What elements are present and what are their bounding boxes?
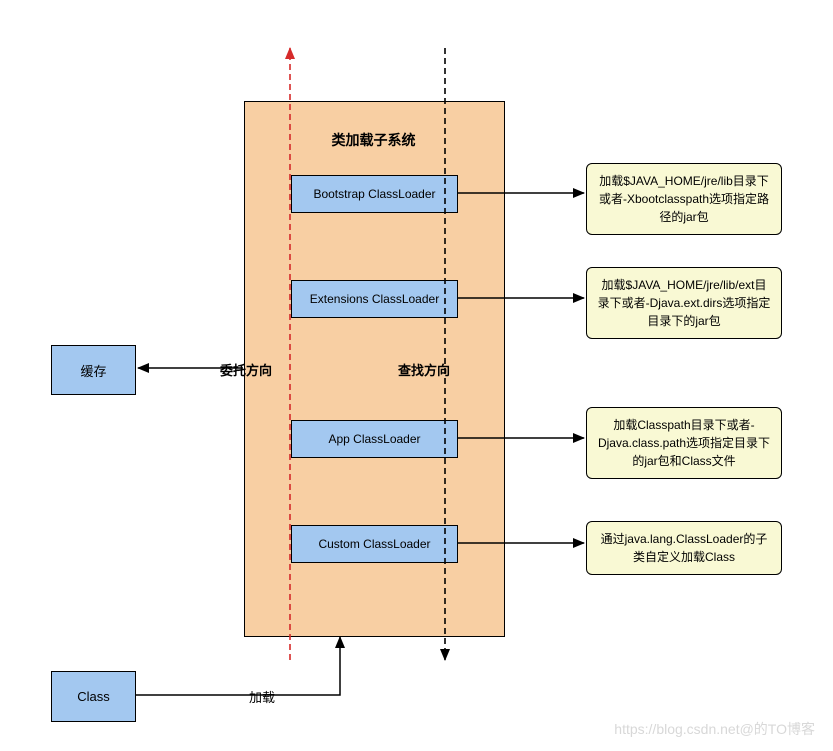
watermark-text: https://blog.csdn.net@的TO博客	[614, 719, 815, 739]
load-label: 加载	[249, 687, 275, 706]
bootstrap-desc-box: 加载$JAVA_HOME/jre/lib目录下或者-Xbootclasspath…	[586, 163, 782, 235]
app-desc-box: 加载Classpath目录下或者-Djava.class.path选项指定目录下…	[586, 407, 782, 479]
diagram-canvas: 类加载子系统 Bootstrap ClassLoader Extensions …	[0, 0, 833, 751]
delegate-direction-label: 委托方向	[220, 360, 272, 379]
extensions-classloader-box: Extensions ClassLoader	[291, 280, 458, 318]
lookup-direction-label: 查找方向	[398, 360, 450, 379]
class-box: Class	[51, 671, 136, 722]
cache-box: 缓存	[51, 345, 136, 395]
custom-desc-box: 通过java.lang.ClassLoader的子类自定义加载Class	[586, 521, 782, 575]
extensions-desc-box: 加载$JAVA_HOME/jre/lib/ext目录下或者-Djava.ext.…	[586, 267, 782, 339]
arrow-class-load	[136, 637, 340, 695]
bootstrap-classloader-box: Bootstrap ClassLoader	[291, 175, 458, 213]
custom-classloader-box: Custom ClassLoader	[291, 525, 458, 563]
main-title: 类加载子系统	[244, 130, 503, 150]
app-classloader-box: App ClassLoader	[291, 420, 458, 458]
